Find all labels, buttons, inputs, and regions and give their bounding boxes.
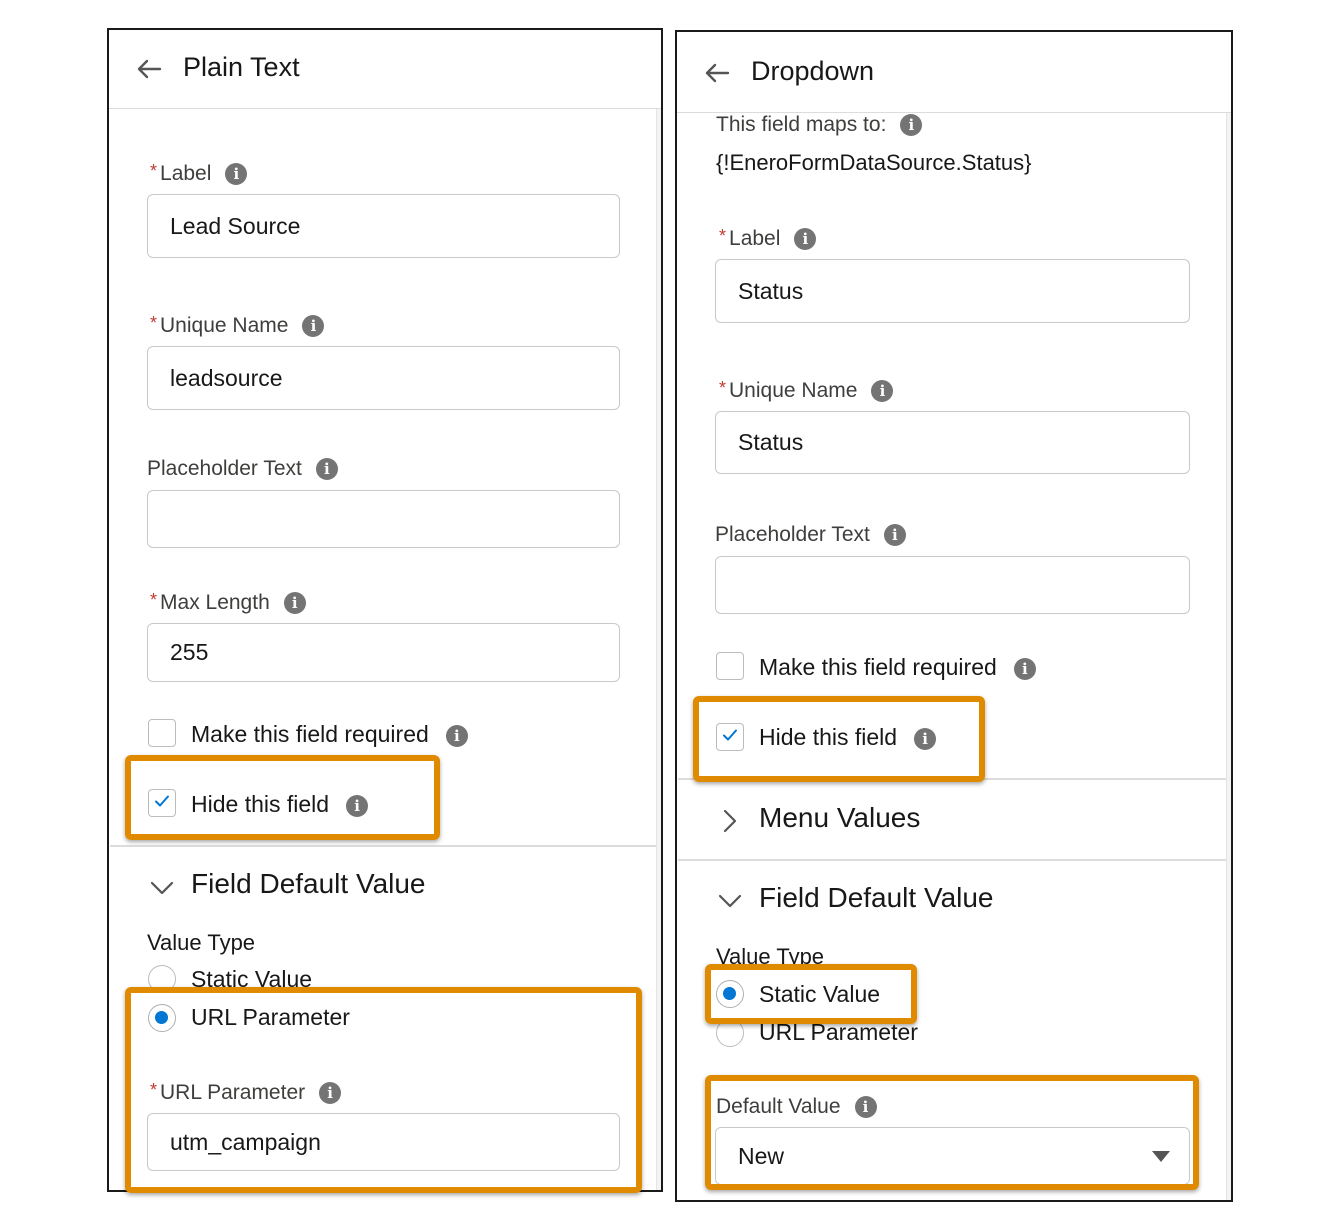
max-length-input-value: 255	[170, 639, 209, 665]
placeholder-field-label: Placeholder Text i	[147, 457, 338, 481]
panel-scrollbar[interactable]	[656, 30, 661, 1190]
maps-to-label: This field maps to: i	[716, 113, 923, 137]
unique-name-field-label: * Unique Name i	[719, 377, 894, 403]
maps-to-text: This field maps to:	[716, 113, 887, 136]
panel-header: Dropdown	[677, 32, 1231, 113]
label-field-label: * Label i	[150, 160, 248, 186]
value-type-label: Value Type	[147, 930, 256, 955]
info-icon[interactable]: i	[445, 725, 468, 747]
chevron-right-icon[interactable]	[717, 808, 743, 834]
panel-title: Plain Text	[183, 52, 300, 82]
unique-name-input[interactable]: leadsource	[147, 346, 620, 410]
placeholder-input[interactable]	[715, 556, 1190, 614]
label-input[interactable]: Lead Source	[147, 194, 620, 258]
required-checkbox[interactable]	[148, 719, 176, 747]
panel-header: Plain Text	[109, 30, 661, 109]
unique-name-input-value: Status	[738, 429, 804, 455]
info-icon[interactable]: i	[1013, 658, 1036, 680]
unique-name-field-label: * Unique Name i	[150, 312, 325, 338]
label-field-label: * Label i	[719, 225, 817, 251]
highlight-hide-field	[125, 755, 440, 840]
arrow-left-icon[interactable]	[703, 59, 731, 87]
placeholder-text: Placeholder Text	[147, 457, 302, 480]
required-checkbox-label: Make this field required i	[191, 719, 468, 749]
info-icon[interactable]: i	[315, 458, 338, 480]
unique-name-text: Unique Name	[729, 379, 858, 402]
info-icon[interactable]: i	[225, 163, 248, 185]
info-icon[interactable]: i	[900, 114, 923, 136]
label-input-value: Status	[738, 277, 804, 304]
highlight-default-value	[705, 1075, 1199, 1190]
section-divider	[678, 859, 1226, 861]
required-marker: *	[150, 160, 158, 181]
required-checkbox-text: Make this field required	[759, 653, 997, 680]
section-divider	[110, 845, 656, 847]
label-input[interactable]: Status	[715, 259, 1190, 323]
required-checkbox-label: Make this field required i	[759, 652, 1036, 682]
max-length-input[interactable]: 255	[147, 623, 620, 682]
info-icon[interactable]: i	[871, 380, 894, 402]
field-default-value-section-title[interactable]: Field Default Value	[759, 882, 994, 914]
chevron-down-icon[interactable]	[717, 888, 743, 914]
label-text: Label	[160, 162, 212, 185]
info-icon[interactable]: i	[302, 315, 325, 337]
maps-to-value: {!EneroFormDataSource.Status}	[716, 150, 1032, 175]
required-marker: *	[719, 377, 727, 398]
highlight-static-value	[705, 964, 917, 1024]
label-input-value: Lead Source	[170, 212, 301, 239]
required-marker: *	[150, 589, 158, 610]
menu-values-section-title[interactable]: Menu Values	[759, 802, 920, 834]
required-marker: *	[150, 312, 158, 333]
panel-title: Dropdown	[751, 56, 875, 86]
max-length-text: Max Length	[160, 591, 270, 614]
highlight-hide-field	[693, 696, 985, 782]
panel-scrollbar[interactable]	[1226, 32, 1231, 1200]
required-checkbox-text: Make this field required	[191, 720, 429, 747]
field-default-value-section-title[interactable]: Field Default Value	[191, 868, 426, 900]
max-length-field-label: * Max Length i	[150, 589, 306, 615]
unique-name-input[interactable]: Status	[715, 411, 1190, 474]
required-marker: *	[719, 225, 727, 246]
placeholder-input[interactable]	[147, 490, 620, 548]
required-checkbox[interactable]	[716, 652, 744, 680]
info-icon[interactable]: i	[794, 228, 817, 250]
placeholder-field-label: Placeholder Text i	[715, 523, 906, 547]
arrow-left-icon[interactable]	[135, 55, 163, 83]
highlight-url-parameter	[125, 987, 642, 1193]
info-icon[interactable]: i	[283, 592, 306, 614]
chevron-down-icon[interactable]	[149, 875, 175, 901]
unique-name-text: Unique Name	[160, 314, 289, 337]
info-icon[interactable]: i	[883, 524, 906, 546]
label-text: Label	[729, 227, 781, 250]
unique-name-input-value: leadsource	[170, 364, 283, 391]
placeholder-text: Placeholder Text	[715, 523, 870, 546]
